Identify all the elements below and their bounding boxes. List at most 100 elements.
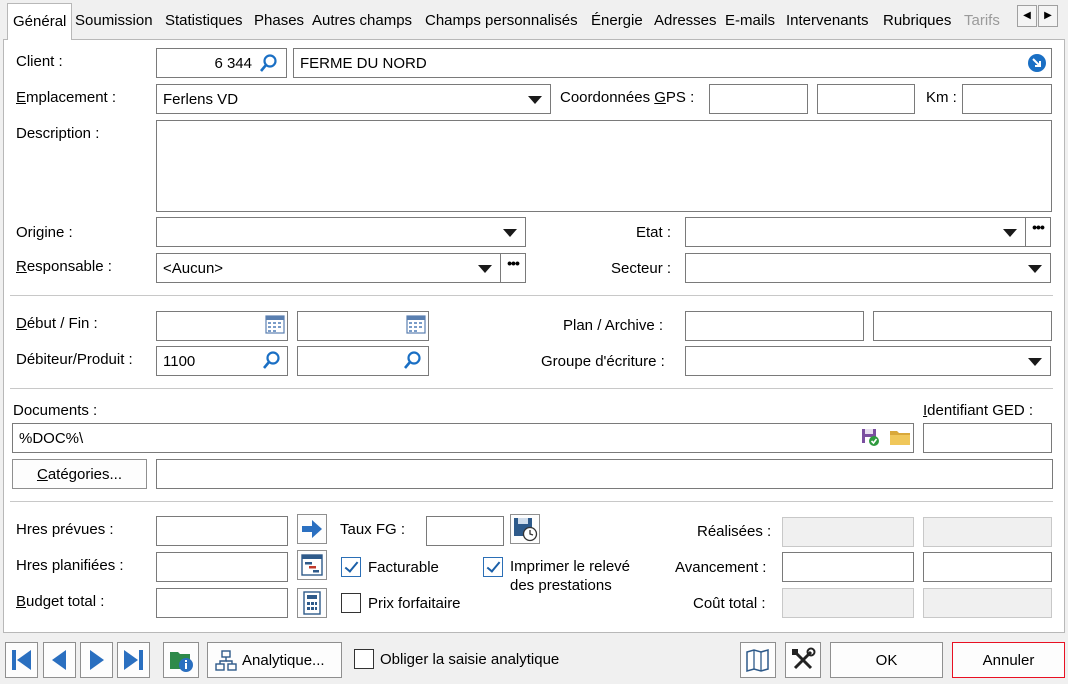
apply-hours-button[interactable] [297, 514, 327, 544]
tab-autres-champs[interactable]: Autres champs [312, 12, 412, 34]
km-label: Km : [926, 89, 957, 106]
client-name-field[interactable]: FERME DU NORD [293, 48, 1052, 78]
avancement-field-1[interactable] [782, 552, 914, 582]
tab-champs-personnalises[interactable]: Champs personnalisés [425, 12, 578, 34]
debut-fin-label: Début / Fin : [16, 315, 98, 332]
prev-icon [52, 650, 66, 670]
budget-total-label: Budget total : [16, 593, 105, 610]
tab-bar: Général Soumission Statistiques Phases A… [0, 0, 1068, 40]
annuler-button[interactable]: Annuler [952, 642, 1065, 678]
gps-label: Coordonnées GPS : [560, 89, 695, 106]
realisees-field-2 [923, 517, 1052, 547]
origine-label: Origine : [16, 224, 73, 241]
last-record-button[interactable] [117, 642, 150, 678]
km-field[interactable] [962, 84, 1052, 114]
ok-button[interactable]: OK [830, 642, 943, 678]
next-record-button[interactable] [80, 642, 113, 678]
search-icon[interactable] [259, 53, 279, 73]
tab-phases[interactable]: Phases [254, 12, 304, 34]
plan-field[interactable] [685, 311, 864, 341]
search-icon[interactable] [403, 350, 423, 370]
clock-save-icon [514, 518, 538, 542]
gps-lat-field[interactable] [709, 84, 808, 114]
hres-prevues-field[interactable] [156, 516, 288, 546]
analytique-button[interactable]: Analytique... [207, 642, 342, 678]
ged-label: Identifiant GED : [923, 402, 1034, 419]
gantt-icon [301, 554, 323, 576]
avancement-field-2[interactable] [923, 552, 1052, 582]
tab-statistiques[interactable]: Statistiques [165, 12, 243, 34]
responsable-more-button[interactable]: ••• [500, 253, 526, 283]
tools-button[interactable] [785, 642, 821, 678]
tab-soumission[interactable]: Soumission [75, 12, 153, 34]
responsable-select[interactable]: <Aucun> [156, 253, 501, 283]
info-button[interactable] [163, 642, 199, 678]
taux-fg-button[interactable] [510, 514, 540, 544]
tab-energie[interactable]: Énergie [591, 12, 643, 34]
calendar-icon[interactable] [264, 313, 286, 335]
prix-forfaitaire-label: Prix forfaitaire [368, 595, 461, 612]
debiteur-label: Débiteur/Produit : [16, 351, 133, 368]
description-textarea[interactable] [156, 120, 1052, 212]
tab-tarifs[interactable]: Tarifs [964, 12, 1004, 34]
planning-button[interactable] [297, 550, 327, 580]
cout-total-field-2 [923, 588, 1052, 618]
etat-select[interactable] [685, 217, 1026, 247]
groupe-label: Groupe d'écriture : [541, 353, 665, 370]
separator [10, 388, 1053, 389]
tab-intervenants[interactable]: Intervenants [786, 12, 869, 34]
facturable-checkbox[interactable] [341, 557, 361, 577]
calculator-button[interactable] [297, 588, 327, 618]
categories-button[interactable]: Catégories... [12, 459, 147, 489]
tab-scroll-left[interactable]: ◀ [1017, 5, 1037, 27]
first-record-button[interactable] [5, 642, 38, 678]
imprimer-releve-checkbox[interactable] [483, 557, 503, 577]
taux-fg-label: Taux FG : [340, 521, 406, 538]
budget-total-field[interactable] [156, 588, 288, 618]
taux-fg-field[interactable] [426, 516, 504, 546]
client-label: Client : [16, 53, 63, 70]
tab-emails[interactable]: E-mails [725, 12, 775, 34]
tab-adresses[interactable]: Adresses [654, 12, 717, 34]
plan-archive-label: Plan / Archive : [563, 317, 664, 334]
etat-label: Etat : [636, 224, 672, 241]
description-label: Description : [16, 125, 100, 142]
separator [10, 501, 1053, 502]
secteur-select[interactable] [685, 253, 1051, 283]
first-icon [12, 650, 31, 670]
hres-planifiees-label: Hres planifiées : [16, 557, 124, 574]
prev-record-button[interactable] [43, 642, 76, 678]
facturable-label: Facturable [368, 559, 439, 576]
folder-icon[interactable] [888, 427, 912, 447]
groupe-select[interactable] [685, 346, 1051, 376]
next-icon [90, 650, 104, 670]
hres-planifiees-field[interactable] [156, 552, 288, 582]
tab-scroll-right[interactable]: ▶ [1038, 5, 1058, 27]
save-doc-icon[interactable] [860, 427, 880, 447]
separator [10, 295, 1053, 296]
documents-label: Documents : [13, 402, 98, 419]
secteur-label: Secteur : [611, 260, 672, 277]
emplacement-select[interactable]: Ferlens VD [156, 84, 551, 114]
calendar-icon[interactable] [405, 313, 427, 335]
map-button[interactable] [740, 642, 776, 678]
documents-path-field[interactable]: %DOC%\ [12, 423, 914, 453]
etat-more-button[interactable]: ••• [1025, 217, 1051, 247]
network-icon [215, 650, 237, 671]
obliger-analytique-checkbox[interactable] [354, 649, 374, 669]
tab-rubriques[interactable]: Rubriques [883, 12, 951, 34]
categories-field[interactable] [156, 459, 1053, 489]
calculator-icon [303, 591, 321, 615]
prix-forfaitaire-checkbox[interactable] [341, 593, 361, 613]
info-icon [170, 652, 193, 672]
cout-total-label: Coût total : [693, 595, 766, 612]
cout-total-field-1 [782, 588, 914, 618]
gps-lon-field[interactable] [817, 84, 915, 114]
origine-select[interactable] [156, 217, 526, 247]
ged-field[interactable] [923, 423, 1052, 453]
go-arrow-icon[interactable] [1027, 53, 1047, 73]
tab-general[interactable]: Général [7, 3, 73, 40]
archive-field[interactable] [873, 311, 1052, 341]
imprimer-releve-label-2: des prestations [510, 577, 612, 594]
search-icon[interactable] [262, 350, 282, 370]
